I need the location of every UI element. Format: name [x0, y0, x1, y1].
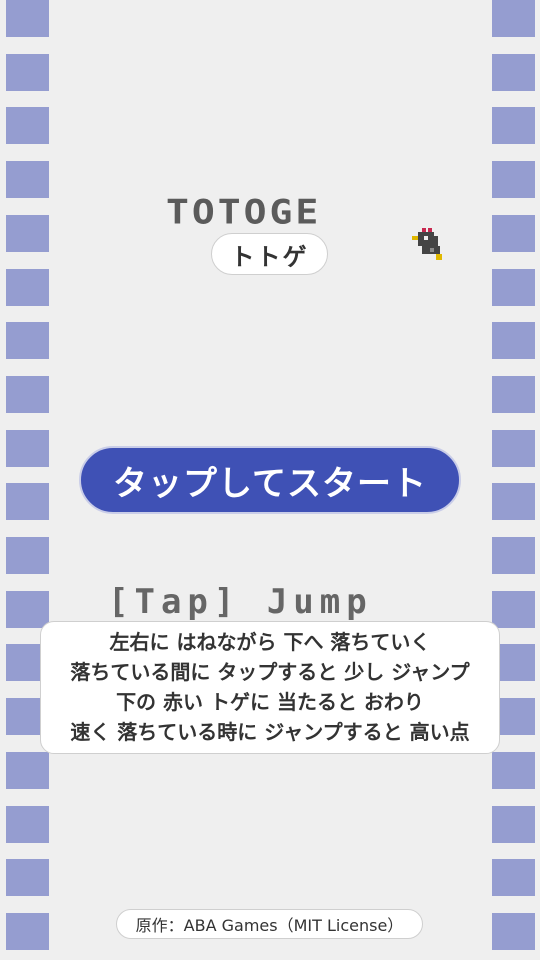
wall-tile [492, 107, 535, 145]
instruction-line: 落ちている間に タップすると 少し ジャンプ [70, 660, 470, 684]
wall-tile [6, 107, 49, 145]
wall-tile [6, 590, 49, 628]
instruction-line: 左右に はねながら 下へ 落ちていく [109, 630, 431, 654]
wall-tile [6, 483, 49, 521]
wall-tile [492, 214, 535, 252]
wall-tile [6, 268, 49, 306]
wall-tile [492, 483, 535, 521]
wall-tile [492, 590, 535, 628]
wall-tile [492, 805, 535, 843]
wall-tile [6, 375, 49, 413]
wall-tile [6, 322, 49, 360]
wall-tile [6, 214, 49, 252]
wall-tile [6, 53, 49, 91]
wall-tile [6, 0, 49, 37]
wall-tile [492, 859, 535, 897]
right-wall [492, 0, 535, 960]
wall-tile [492, 537, 535, 574]
wall-tile [6, 161, 49, 199]
wall-tile [492, 375, 535, 413]
instruction-line: 速く 落ちている時に ジャンプすると 高い点 [70, 720, 470, 744]
wall-tile [492, 161, 535, 199]
game-subtitle: トトゲ [211, 233, 328, 275]
control-hint: [Tap] Jump [108, 582, 373, 622]
credit-label: 原作：ABA Games（MIT License） [116, 909, 423, 939]
wall-tile [492, 0, 535, 37]
instruction-line: 下の 赤い トゲに 当たると おわり [116, 690, 424, 714]
wall-tile [6, 751, 49, 789]
wall-tile [492, 322, 535, 360]
wall-tile [6, 859, 49, 897]
game-title: TOTOGE [166, 192, 322, 232]
wall-tile [492, 912, 535, 950]
wall-tile [492, 53, 535, 91]
chick-icon [412, 228, 442, 260]
left-wall [6, 0, 49, 960]
wall-tile [492, 429, 535, 467]
wall-tile [492, 268, 535, 306]
start-button[interactable]: タップしてスタート [79, 446, 461, 514]
instructions-panel: 左右に はねながら 下へ 落ちていく 落ちている間に タップすると 少し ジャン… [40, 621, 500, 754]
wall-tile [6, 805, 49, 843]
wall-tile [492, 751, 535, 789]
wall-tile [6, 429, 49, 467]
wall-tile [6, 537, 49, 574]
wall-tile [6, 912, 49, 950]
